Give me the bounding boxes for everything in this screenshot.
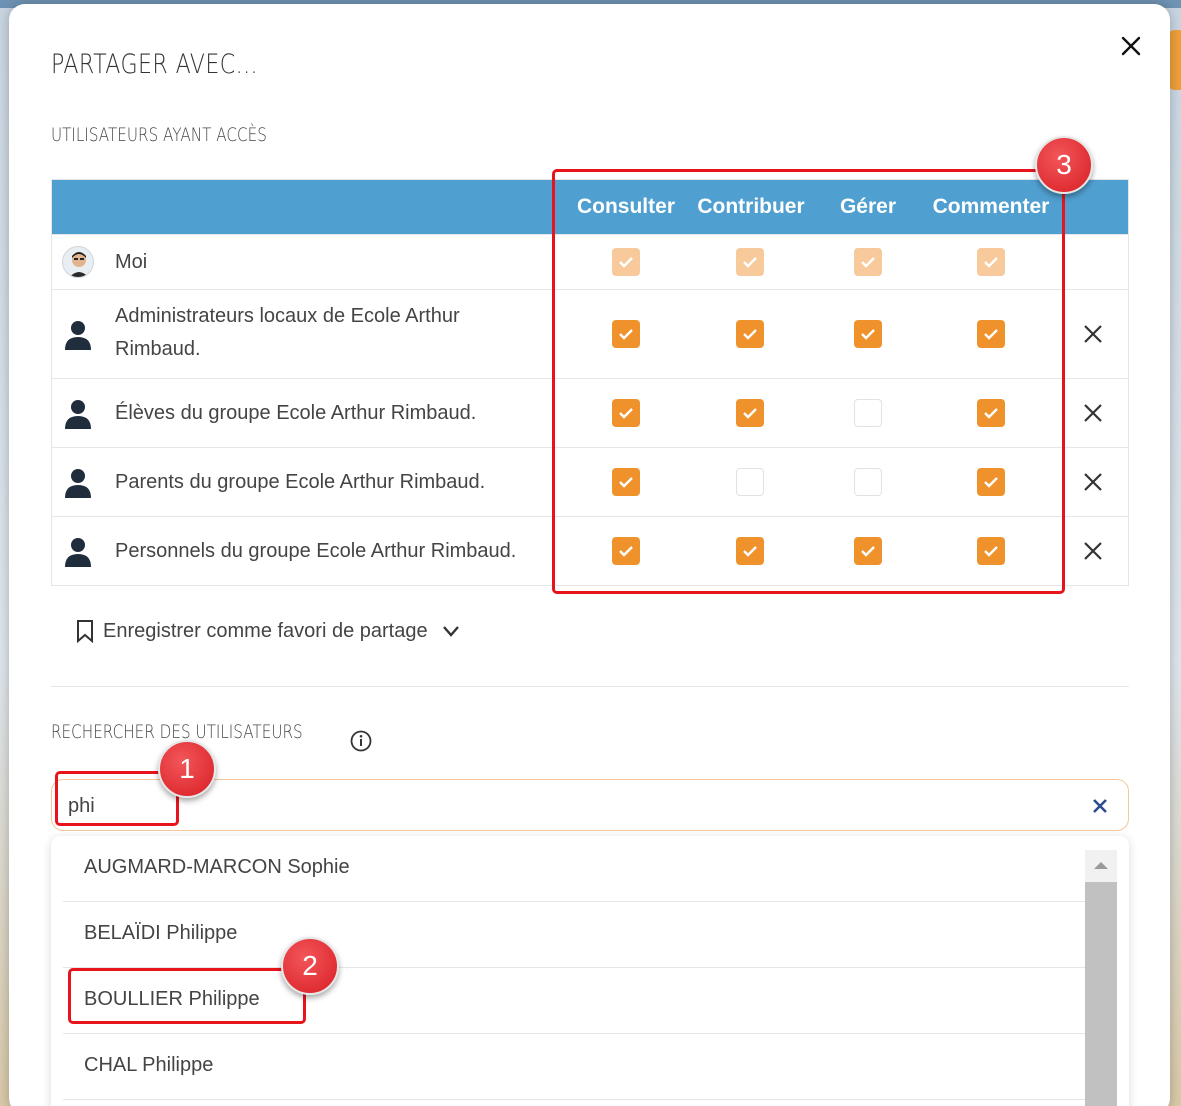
close-icon[interactable] [1117,32,1145,60]
annotation-box-permissions [552,169,1065,594]
access-section-label: UTILISATEURS AYANT ACCÈS [51,124,267,146]
scroll-thumb[interactable] [1085,882,1117,1106]
user-icon [65,320,91,350]
info-icon[interactable] [350,730,372,752]
row-name: Parents du groupe Ecole Arthur Rimbaud. [115,471,486,493]
user-icon [65,468,91,498]
annotation-box-result [68,968,306,1024]
scrollbar[interactable] [1085,850,1117,1106]
search-field [51,779,1129,831]
user-icon [65,399,91,429]
divider [51,686,1129,687]
chevron-down-icon [442,626,459,637]
dialog-title: PARTAGER AVEC... [51,49,258,80]
user-icon [65,537,91,567]
row-name: Moi [115,251,148,273]
row-name: Personnels du groupe Ecole Arthur Rimbau… [115,540,517,562]
remove-icon[interactable] [1082,540,1104,562]
bookmark-icon [77,620,93,643]
annotation-badge: 3 [1035,136,1093,194]
avatar [62,246,94,278]
annotation-badge: 2 [281,937,339,995]
share-dialog: PARTAGER AVEC... UTILISATEURS AYANT ACCÈ… [9,4,1170,1106]
list-item[interactable]: AUGMARD-MARCON Sophie [63,836,1085,902]
remove-icon[interactable] [1082,471,1104,493]
clear-icon[interactable] [1092,798,1108,814]
list-item[interactable]: BELAÏDI Philippe [63,902,1085,968]
row-name: Administrateurs locaux de Ecole Arthur R… [115,305,460,360]
remove-icon[interactable] [1082,402,1104,424]
search-input[interactable] [68,790,968,822]
favorite-label: Enregistrer comme favori de partage [103,619,428,642]
row-name: Élèves du groupe Ecole Arthur Rimbaud. [115,402,477,424]
save-favorite-toggle[interactable]: Enregistrer comme favori de partage [75,616,462,646]
remove-icon[interactable] [1082,323,1104,345]
annotation-badge: 1 [158,740,216,798]
search-section-label: RECHERCHER DES UTILISATEURS [51,721,303,743]
scroll-up-arrow-icon[interactable] [1085,850,1117,880]
list-item[interactable]: CHAL Philippe [63,1034,1085,1100]
